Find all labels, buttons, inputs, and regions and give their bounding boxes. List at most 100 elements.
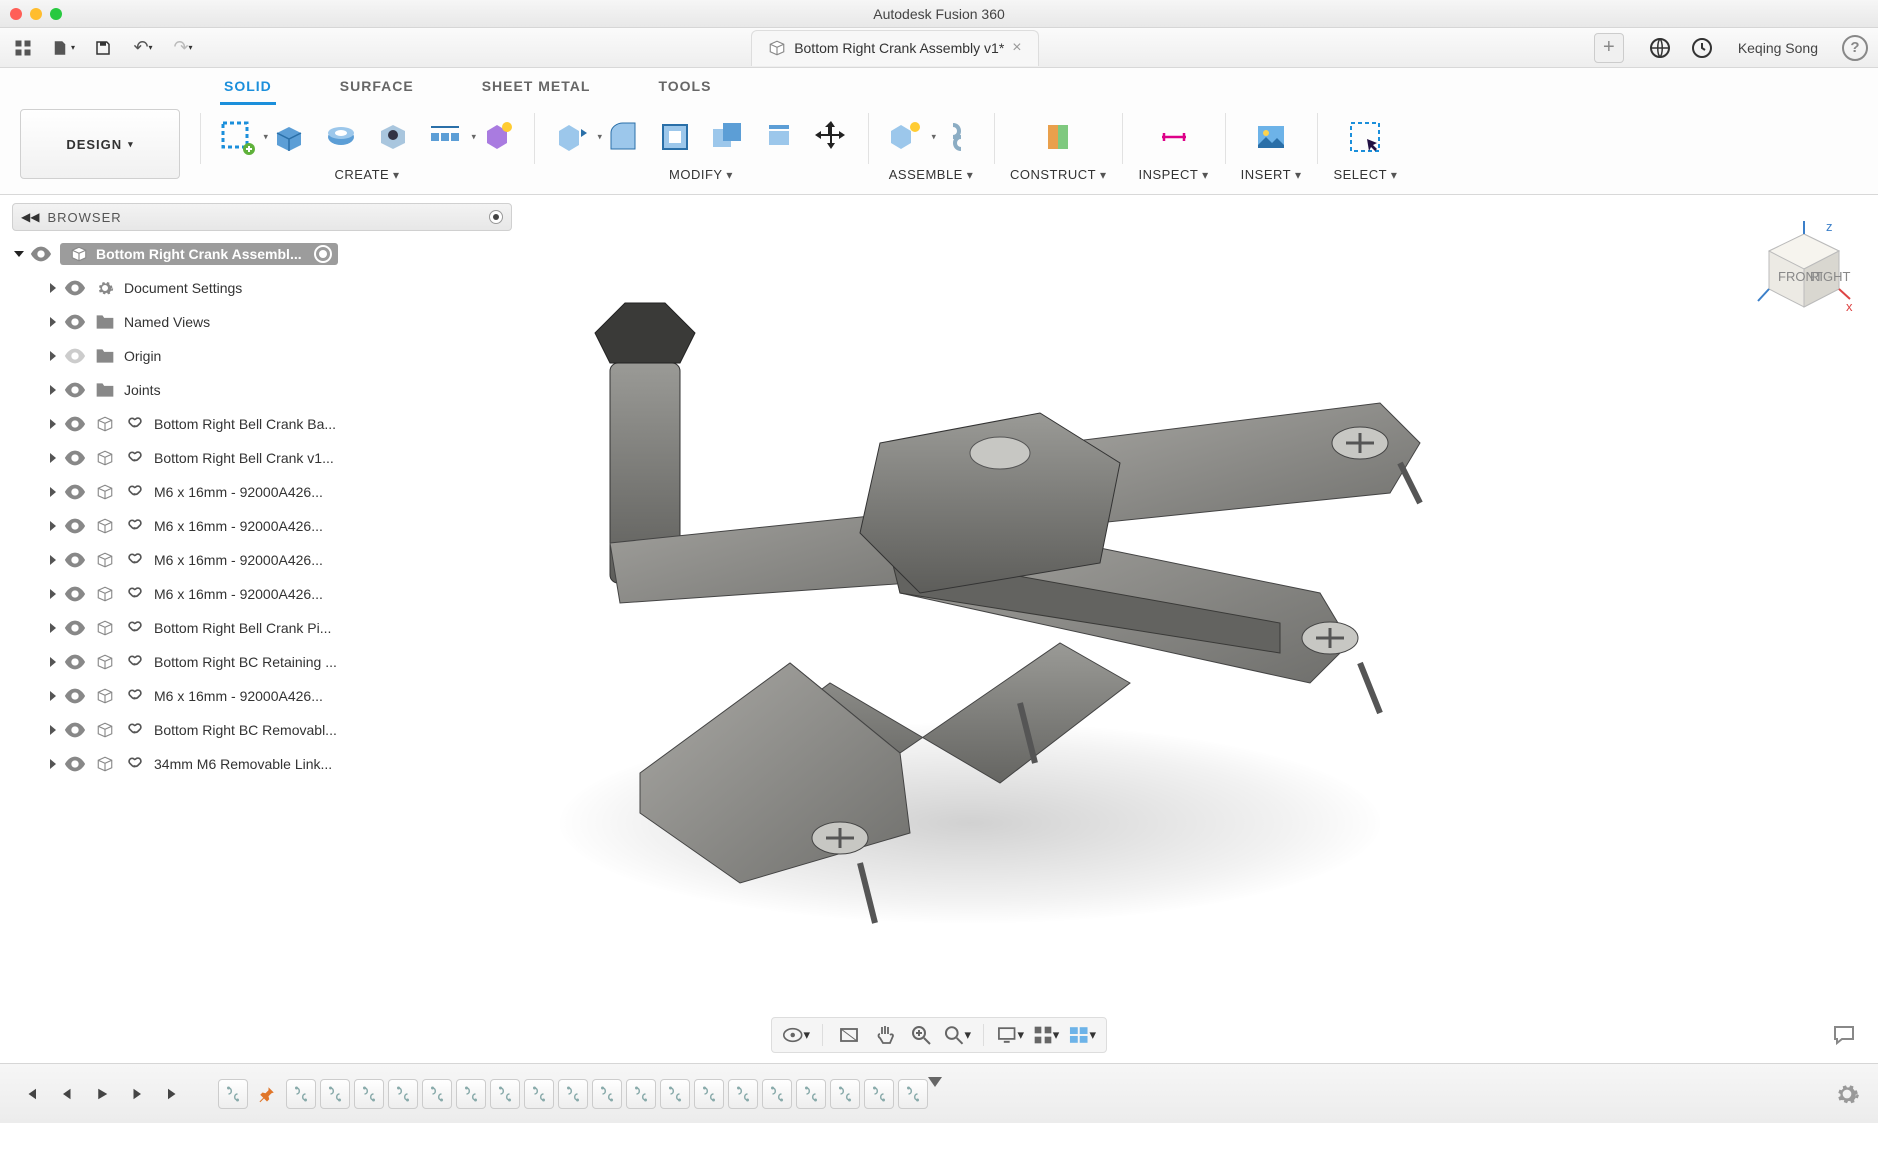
- shell-button[interactable]: [654, 116, 696, 158]
- select-button[interactable]: [1344, 116, 1386, 158]
- document-tab[interactable]: Bottom Right Crank Assembly v1* ×: [751, 30, 1038, 66]
- press-pull-button[interactable]: ▾: [550, 116, 592, 158]
- visibility-toggle[interactable]: [64, 416, 86, 432]
- redo-button[interactable]: ↷▾: [170, 35, 196, 61]
- tree-row[interactable]: Joints: [12, 373, 512, 407]
- tree-root-row[interactable]: Bottom Right Crank Assembl...: [12, 237, 512, 271]
- expand-icon[interactable]: [50, 317, 56, 327]
- visibility-toggle[interactable]: [64, 654, 86, 670]
- job-status-icon[interactable]: [1690, 36, 1714, 60]
- expand-icon[interactable]: [50, 623, 56, 633]
- zoom-button[interactable]: [907, 1022, 935, 1048]
- timeline-feature-chip[interactable]: [354, 1079, 384, 1109]
- orbit-button[interactable]: ▾: [782, 1022, 810, 1048]
- insert-button[interactable]: [1250, 116, 1292, 158]
- revolve-button[interactable]: [320, 116, 362, 158]
- tab-tools[interactable]: TOOLS: [654, 74, 715, 105]
- expand-icon[interactable]: [14, 251, 24, 257]
- tab-solid[interactable]: SOLID: [220, 74, 276, 105]
- browser-header[interactable]: ◀◀ BROWSER: [12, 203, 512, 231]
- visibility-toggle[interactable]: [64, 382, 86, 398]
- activate-radio[interactable]: [314, 245, 332, 263]
- group-inspect-label[interactable]: INSPECT ▾: [1138, 167, 1208, 182]
- pan-button[interactable]: [871, 1022, 899, 1048]
- look-at-button[interactable]: [835, 1022, 863, 1048]
- tree-row[interactable]: Document Settings: [12, 271, 512, 305]
- construct-button[interactable]: [1037, 116, 1079, 158]
- timeline-prev-button[interactable]: [54, 1082, 78, 1106]
- tree-row[interactable]: Bottom Right Bell Crank Ba...: [12, 407, 512, 441]
- group-construct-label[interactable]: CONSTRUCT ▾: [1010, 167, 1106, 182]
- visibility-toggle[interactable]: [64, 484, 86, 500]
- viewport-layout-button[interactable]: ▾: [1068, 1022, 1096, 1048]
- workspace-switcher[interactable]: DESIGN▾: [20, 109, 180, 179]
- tree-row[interactable]: Bottom Right Bell Crank v1...: [12, 441, 512, 475]
- expand-icon[interactable]: [50, 419, 56, 429]
- timeline-first-button[interactable]: [18, 1082, 42, 1106]
- minimize-window-button[interactable]: [30, 8, 42, 20]
- tree-row[interactable]: M6 x 16mm - 92000A426...: [12, 475, 512, 509]
- model-viewport[interactable]: [480, 243, 1480, 963]
- tab-surface[interactable]: SURFACE: [336, 74, 418, 105]
- timeline-feature-chip[interactable]: [252, 1079, 282, 1109]
- pattern-button[interactable]: ▾: [424, 116, 466, 158]
- timeline-feature-chip[interactable]: [762, 1079, 792, 1109]
- group-create-label[interactable]: CREATE ▾: [334, 167, 399, 182]
- expand-icon[interactable]: [50, 555, 56, 565]
- tree-row[interactable]: Bottom Right BC Removabl...: [12, 713, 512, 747]
- timeline-last-button[interactable]: [162, 1082, 186, 1106]
- expand-icon[interactable]: [50, 351, 56, 361]
- user-name-label[interactable]: Keqing Song: [1738, 40, 1818, 56]
- zoom-window-button[interactable]: [50, 8, 62, 20]
- move-button[interactable]: [810, 116, 852, 158]
- timeline-marker[interactable]: [928, 1077, 942, 1087]
- tree-row[interactable]: 34mm M6 Removable Link...: [12, 747, 512, 781]
- pin-panel-button[interactable]: [489, 210, 503, 224]
- expand-icon[interactable]: [50, 487, 56, 497]
- visibility-toggle[interactable]: [64, 586, 86, 602]
- timeline-feature-chip[interactable]: [456, 1079, 486, 1109]
- fillet-button[interactable]: [602, 116, 644, 158]
- view-cube[interactable]: z FRONT RIGHT x: [1754, 219, 1854, 332]
- visibility-toggle[interactable]: [64, 348, 86, 364]
- file-menu-button[interactable]: ▾: [50, 35, 76, 61]
- timeline-feature-chip[interactable]: [558, 1079, 588, 1109]
- data-panel-button[interactable]: [10, 35, 36, 61]
- tab-sheet-metal[interactable]: SHEET METAL: [478, 74, 595, 105]
- expand-icon[interactable]: [50, 725, 56, 735]
- undo-button[interactable]: ↶▾: [130, 35, 156, 61]
- timeline-play-button[interactable]: [90, 1082, 114, 1106]
- visibility-toggle[interactable]: [30, 246, 52, 262]
- display-settings-button[interactable]: ▾: [996, 1022, 1024, 1048]
- group-modify-label[interactable]: MODIFY ▾: [669, 167, 733, 182]
- timeline-feature-chip[interactable]: [524, 1079, 554, 1109]
- visibility-toggle[interactable]: [64, 518, 86, 534]
- close-tab-button[interactable]: ×: [1012, 39, 1021, 57]
- expand-icon[interactable]: [50, 521, 56, 531]
- group-select-label[interactable]: SELECT ▾: [1333, 167, 1397, 182]
- new-design-button[interactable]: +: [1594, 33, 1624, 63]
- timeline-next-button[interactable]: [126, 1082, 150, 1106]
- expand-icon[interactable]: [50, 283, 56, 293]
- visibility-toggle[interactable]: [64, 620, 86, 636]
- visibility-toggle[interactable]: [64, 450, 86, 466]
- expand-icon[interactable]: [50, 385, 56, 395]
- form-button[interactable]: [476, 116, 518, 158]
- collapse-icon[interactable]: ◀◀: [21, 210, 39, 224]
- save-button[interactable]: [90, 35, 116, 61]
- timeline-feature-chip[interactable]: [660, 1079, 690, 1109]
- expand-icon[interactable]: [50, 691, 56, 701]
- help-button[interactable]: ?: [1842, 35, 1868, 61]
- tree-row[interactable]: Bottom Right Bell Crank Pi...: [12, 611, 512, 645]
- extensions-icon[interactable]: [1648, 36, 1672, 60]
- expand-icon[interactable]: [50, 453, 56, 463]
- tree-row[interactable]: M6 x 16mm - 92000A426...: [12, 577, 512, 611]
- timeline-feature-chip[interactable]: [218, 1079, 248, 1109]
- zoom-window-button[interactable]: ▾: [943, 1022, 971, 1048]
- tree-row[interactable]: Origin: [12, 339, 512, 373]
- timeline-feature-chip[interactable]: [728, 1079, 758, 1109]
- tree-row[interactable]: M6 x 16mm - 92000A426...: [12, 679, 512, 713]
- timeline-feature-chip[interactable]: [388, 1079, 418, 1109]
- timeline-feature-chip[interactable]: [626, 1079, 656, 1109]
- new-component-button[interactable]: ▾: [884, 116, 926, 158]
